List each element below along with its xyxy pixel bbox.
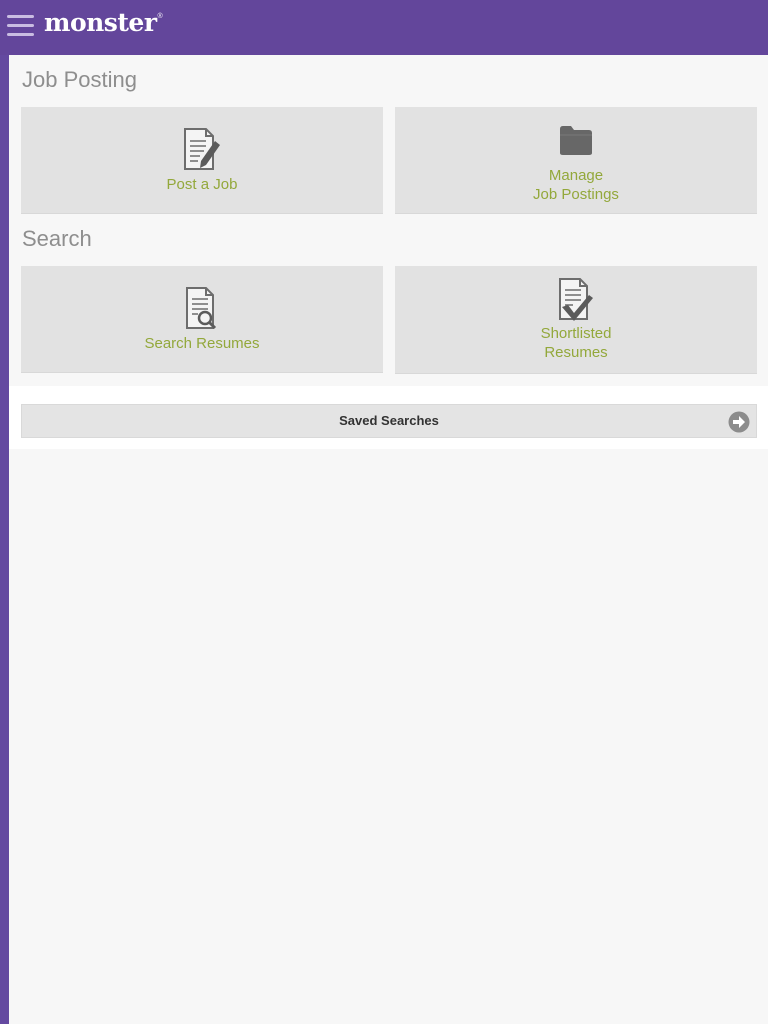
left-rail xyxy=(0,0,9,1024)
search-resumes-label: Search Resumes xyxy=(144,335,260,352)
manage-job-postings-label: Manage Job Postings xyxy=(533,167,619,203)
document-check-icon xyxy=(559,278,593,321)
section-title-job-posting: Job Posting xyxy=(22,67,137,92)
manage-job-postings-button[interactable]: Manage Job Postings xyxy=(395,107,757,214)
folder-icon xyxy=(560,126,592,155)
monster-logo[interactable]: monster® xyxy=(44,8,163,37)
search-resumes-button[interactable]: Search Resumes xyxy=(21,266,383,373)
document-search-icon xyxy=(186,287,217,330)
document-edit-icon xyxy=(184,128,220,170)
logo-registered-mark: ® xyxy=(157,13,163,20)
hamburger-menu-icon[interactable] xyxy=(6,12,36,42)
post-a-job-button[interactable]: Post a Job xyxy=(21,107,383,214)
top-bar: monster® xyxy=(0,0,768,55)
shortlisted-resumes-button[interactable]: Shortlisted Resumes xyxy=(395,266,757,374)
saved-searches-button[interactable]: Saved Searches xyxy=(21,404,757,438)
arrow-right-circle-icon xyxy=(728,411,750,433)
saved-searches-label: Saved Searches xyxy=(339,413,439,428)
post-a-job-label: Post a Job xyxy=(166,176,238,193)
saved-searches-section: Saved Searches xyxy=(9,386,768,449)
section-title-search: Search xyxy=(22,226,92,251)
shortlisted-resumes-label: Shortlisted Resumes xyxy=(540,325,612,361)
logo-text: monster xyxy=(44,8,157,37)
